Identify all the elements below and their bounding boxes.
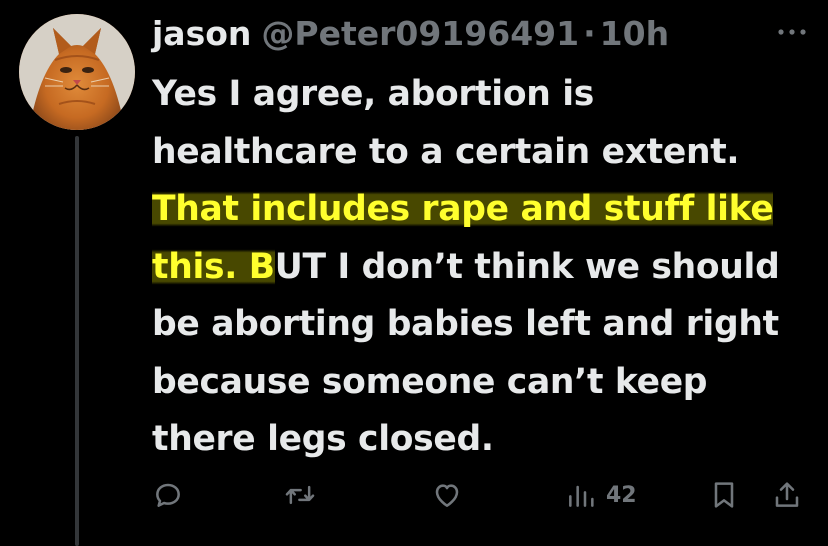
separator-dot: · [583, 14, 596, 53]
tweet-header: jason @Peter09196491 · 10h [152, 10, 742, 58]
reply-icon [156, 483, 180, 507]
more-icon [778, 29, 806, 35]
bookmark-icon [714, 482, 734, 508]
tweet-text: Yes I agree, abortion is healthcare to a… [152, 66, 820, 469]
tweet-text-line: be aborting babies left and right [152, 304, 779, 344]
views-count: 42 [606, 482, 637, 508]
tweet[interactable]: jason @Peter09196491 · 10h Yes I agree, … [0, 0, 828, 546]
retweet-button[interactable] [283, 478, 317, 512]
highlighted-text: this. B [152, 246, 275, 287]
display-name[interactable]: jason [152, 10, 251, 58]
tweet-text-line: there legs closed. [152, 419, 494, 459]
share-icon [775, 482, 799, 507]
views-icon [569, 485, 594, 507]
action-bar: 42 [0, 470, 828, 520]
avatar[interactable] [19, 14, 135, 130]
timestamp[interactable]: 10h [600, 10, 669, 58]
tweet-text-line: because someone can’t keep [152, 361, 708, 402]
highlighted-text: That includes rape and stuff like [152, 189, 774, 229]
bookmark-button[interactable] [710, 478, 738, 512]
like-icon [435, 484, 459, 507]
tweet-text-line: Yes I agree, abortion is [152, 74, 594, 114]
views-button[interactable]: 42 [566, 478, 637, 512]
tweet-text-segment: UT I don’t think we should [274, 246, 780, 287]
cat-avatar-image [19, 14, 135, 130]
user-handle[interactable]: @Peter09196491 [261, 10, 579, 58]
tweet-text-line: healthcare to a certain extent. [152, 131, 740, 172]
like-button[interactable] [430, 478, 464, 512]
tweet-text-line: this. BUT I don’t think we should [152, 239, 820, 297]
share-button[interactable] [772, 478, 802, 512]
more-options-button[interactable] [772, 20, 812, 44]
reply-button[interactable] [152, 478, 184, 512]
retweet-icon [285, 485, 315, 505]
tweet-text-line: That includes rape and stuff like [152, 181, 820, 239]
